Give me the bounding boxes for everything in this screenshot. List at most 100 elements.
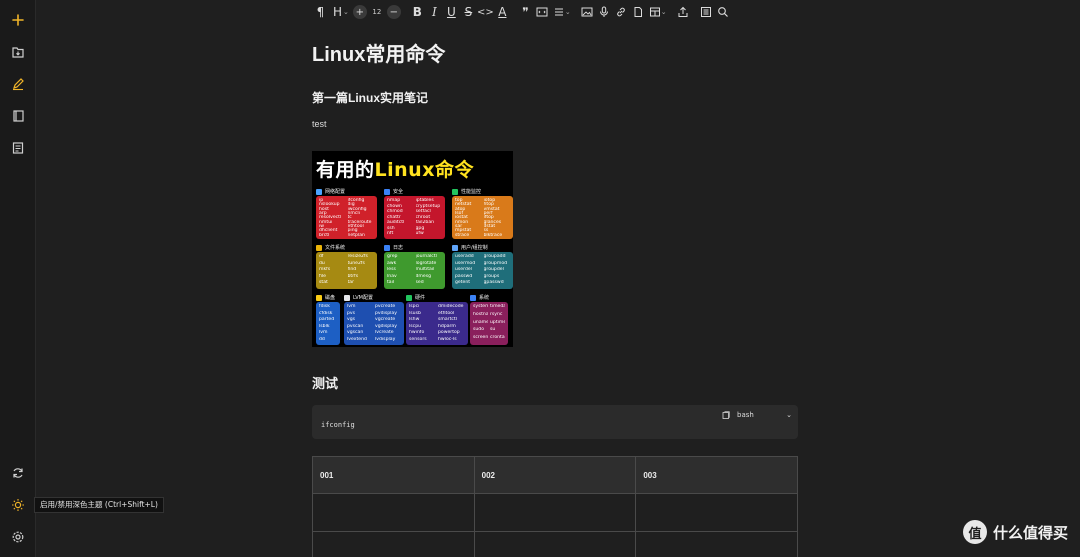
bold-button[interactable]: B	[409, 3, 426, 21]
command-item: awk	[387, 260, 397, 266]
theme-tooltip: 启用/禁用深色主题 (Ctrl+Shift+L)	[34, 497, 164, 513]
category-name: 硬件	[415, 295, 426, 301]
command-item: getent	[455, 280, 471, 286]
command-item: du	[319, 260, 325, 266]
category-name: 系统	[479, 295, 490, 301]
table-cell[interactable]	[312, 493, 475, 532]
watermark: 值 什么值得买	[962, 520, 1068, 544]
category-command-box: ip ifconfig nslookup dig host iwconfig arp nmcl…	[316, 196, 377, 239]
link-icon[interactable]	[613, 3, 630, 21]
table-cell[interactable]	[635, 493, 798, 532]
category-icon	[316, 294, 322, 301]
table-header-cell[interactable]: 001	[312, 456, 475, 494]
command-item: groupadd	[483, 254, 506, 259]
export-icon[interactable]	[675, 3, 692, 21]
command-item: crontab	[490, 335, 505, 341]
command-item: tar	[347, 280, 355, 286]
command-item: sudo	[473, 327, 485, 333]
code-button[interactable]: <>	[477, 3, 494, 21]
command-item: multitail	[415, 267, 435, 273]
watermark-text: 什么值得买	[992, 523, 1068, 542]
paragraph-button[interactable]: ¶	[312, 3, 329, 21]
category-name: 安全	[393, 189, 404, 195]
language-label: bash	[737, 411, 754, 419]
category-command-box: useradd groupadd usermod groupmod userdel gro…	[452, 252, 513, 289]
language-selector[interactable]: bash ⌄	[722, 409, 796, 421]
command-category: 硬件 lspci dmidecode lsusb ethtool lshw smartctl…	[406, 293, 468, 345]
table-header-cell[interactable]: 002	[473, 456, 637, 494]
folder-import-icon[interactable]	[8, 42, 28, 62]
chevron-down-icon[interactable]: ⌄	[343, 8, 349, 16]
command-item: gpasswd	[483, 280, 504, 286]
command-item: less	[387, 267, 396, 273]
command-item: mkfs	[319, 267, 331, 273]
chevron-down-icon[interactable]: ⌄	[661, 8, 667, 16]
table-cell[interactable]	[473, 531, 637, 557]
section-heading[interactable]: 第一篇Linux实用笔记	[312, 89, 428, 106]
paragraph-text[interactable]: test	[312, 119, 327, 129]
document-table[interactable]: 001 002 003	[312, 456, 798, 557]
command-item: strace	[455, 232, 470, 237]
code-block[interactable]: bash ⌄ ifconfig	[312, 405, 798, 439]
category-command-box: systemctltimedatectlhostnamectlrsyncunam…	[470, 302, 508, 345]
table-cell[interactable]	[635, 531, 798, 557]
underline-button[interactable]: U	[443, 3, 460, 21]
quote-button[interactable]: ❞	[517, 3, 534, 21]
attachment-icon[interactable]	[630, 3, 647, 21]
font-size-value: 12	[372, 8, 382, 16]
chevron-down-icon[interactable]: ⌄	[565, 8, 571, 16]
table-header-row: 001 002 003	[312, 456, 798, 494]
category-command-box: top iotop netstat htop atop vmstat lsof perf ios…	[452, 196, 513, 239]
code-content[interactable]: ifconfig	[321, 421, 355, 429]
font-increase-button[interactable]: +	[352, 5, 367, 19]
font-decrease-button[interactable]: −	[386, 5, 401, 19]
command-item: usermod	[455, 260, 476, 266]
table-row	[312, 531, 798, 557]
command-item: lvdisplay	[375, 336, 396, 342]
text-color-button[interactable]: A	[494, 3, 511, 21]
category-icon	[452, 244, 458, 251]
pencil-icon[interactable]	[8, 74, 28, 94]
sync-icon[interactable]	[8, 463, 28, 483]
outline-icon[interactable]	[698, 3, 715, 21]
copy-icon[interactable]	[722, 411, 730, 419]
command-item: sed	[415, 280, 424, 286]
command-category: 磁盘 fdisk cfdisk parted lsblk lvm dd	[316, 293, 340, 345]
italic-button[interactable]: I	[426, 3, 443, 21]
plus-icon[interactable]	[8, 10, 28, 30]
book-icon[interactable]	[8, 106, 28, 126]
command-category: 文件系统 df resize2fs du tune2fs mkfs find file btrf…	[316, 243, 377, 289]
command-item: stat	[319, 280, 328, 286]
command-item: brctl	[319, 232, 330, 237]
command-item: systemctl	[473, 304, 488, 309]
category-icon	[344, 294, 350, 301]
linux-commands-image[interactable]: 有用的Linux命令 网络配置 ip ifconfig nslookup dig host…	[312, 151, 513, 347]
table-row	[312, 493, 798, 532]
category-command-box: grep journalctl awk logrotate less multitail l…	[384, 252, 445, 289]
code-block-icon[interactable]	[534, 3, 551, 21]
command-item: userdel	[455, 267, 472, 273]
microphone-icon[interactable]	[596, 3, 613, 21]
command-category: 性能监控 top iotop netstat htop atop vmstat lsof per…	[452, 187, 513, 239]
category-icon	[384, 244, 390, 251]
command-item: blktrace	[483, 232, 503, 237]
strikethrough-button[interactable]: S	[460, 3, 477, 21]
image-title: 有用的Linux命令	[316, 155, 474, 182]
category-icon	[406, 294, 412, 301]
category-name: 磁盘	[325, 295, 336, 301]
gear-icon[interactable]	[8, 527, 28, 547]
table-cell[interactable]	[312, 531, 475, 557]
section-heading[interactable]: 测试	[312, 373, 338, 392]
command-item: uname	[473, 319, 488, 325]
document-title[interactable]: Linux常用命令	[312, 38, 445, 67]
image-title-white: 有用的	[316, 159, 375, 181]
category-icon	[384, 188, 390, 195]
search-icon[interactable]	[715, 3, 732, 21]
image-icon[interactable]	[579, 3, 596, 21]
command-category: 系统systemctltimedatectlhostnamectlrsyncun…	[470, 293, 508, 345]
table-cell[interactable]	[473, 493, 637, 532]
sun-icon[interactable]	[8, 495, 28, 515]
table-header-cell[interactable]: 003	[635, 456, 798, 494]
category-command-box: df resize2fs du tune2fs mkfs find file btrfs sta…	[316, 252, 377, 289]
list-icon[interactable]	[8, 138, 28, 158]
